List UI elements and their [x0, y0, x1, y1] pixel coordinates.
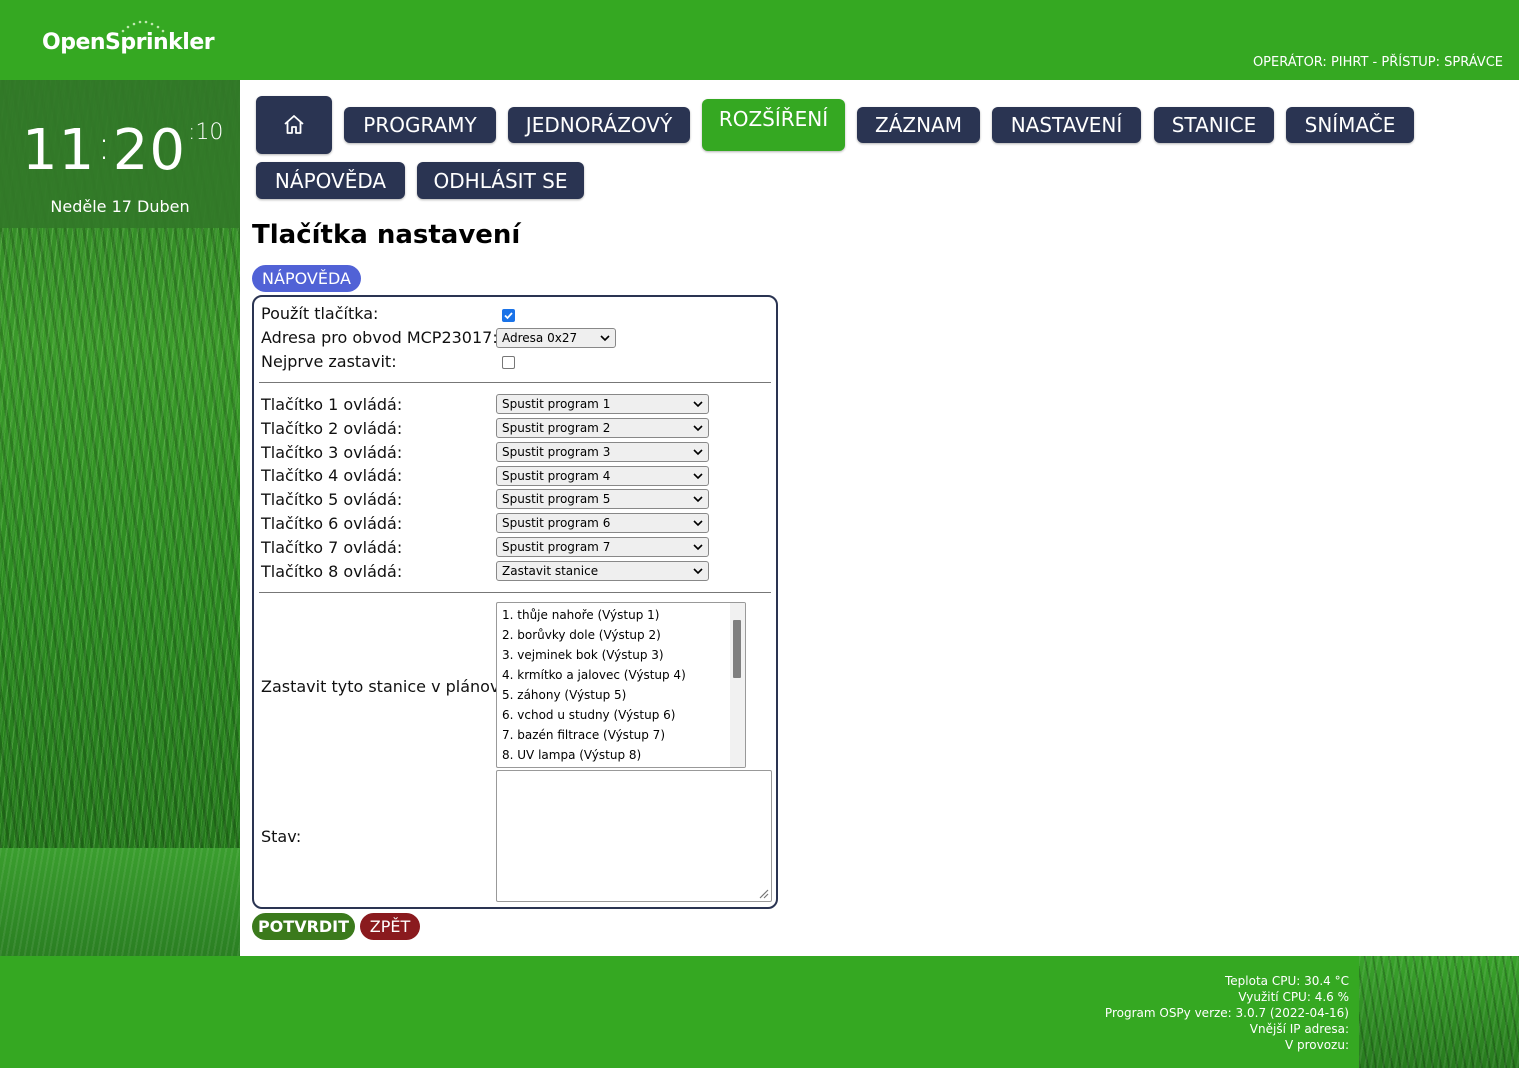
button-3-value: Spustit program 3	[502, 445, 611, 459]
button-2-select[interactable]: Spustit program 2	[496, 418, 709, 438]
station-option[interactable]: 3. vejminek bok (Výstup 3)	[502, 648, 664, 662]
chevron-down-icon	[693, 401, 703, 408]
nav-run-once[interactable]: JEDNORÁZOVÝ	[508, 107, 690, 143]
button-7-value: Spustit program 7	[502, 540, 611, 554]
button-6-select[interactable]: Spustit program 6	[496, 513, 709, 533]
address-select-value: Adresa 0x27	[502, 331, 578, 345]
footer: Teplota CPU: 30.4 °C Využití CPU: 4.6 % …	[0, 956, 1519, 1068]
cpu-usage: Využití CPU: 4.6 %	[1238, 990, 1349, 1004]
resize-handle-icon[interactable]	[757, 887, 769, 899]
button-7-select[interactable]: Spustit program 7	[496, 537, 709, 557]
button-1-select[interactable]: Spustit program 1	[496, 394, 709, 414]
clock-seconds: 10	[195, 120, 224, 145]
divider	[259, 592, 771, 593]
chevron-down-icon	[693, 425, 703, 432]
chevron-down-icon	[693, 473, 703, 480]
nav-programs[interactable]: PROGRAMY	[344, 107, 496, 143]
clock: 11:20:10	[22, 118, 223, 183]
status-label: Stav:	[261, 827, 302, 846]
uptime: V provozu:	[1284, 1038, 1349, 1052]
button-6-value: Spustit program 6	[502, 516, 611, 530]
button-6-label: Tlačítko 6 ovládá:	[261, 514, 403, 533]
station-option[interactable]: 7. bazén filtrace (Výstup 7)	[502, 728, 665, 742]
button-3-label: Tlačítko 3 ovládá:	[261, 443, 403, 462]
button-5-label: Tlačítko 5 ovládá:	[261, 490, 403, 509]
stop-first-checkbox[interactable]	[502, 356, 515, 369]
station-option[interactable]: 2. borůvky dole (Výstup 2)	[502, 628, 661, 642]
station-option[interactable]: 4. krmítko a jalovec (Výstup 4)	[502, 668, 686, 682]
button-5-value: Spustit program 5	[502, 492, 611, 506]
station-option[interactable]: 8. UV lampa (Výstup 8)	[502, 748, 641, 762]
header-bar: OpenSprinkler OPERÁTOR: PIHRT - PŘÍSTUP:…	[0, 0, 1519, 80]
cpu-temperature: Teplota CPU: 30.4 °C	[1224, 974, 1349, 988]
button-2-label: Tlačítko 2 ovládá:	[261, 419, 403, 438]
footer-grass-image	[1359, 956, 1519, 1068]
date-label: Neděle 17 Duben	[50, 197, 190, 216]
listbox-scrollbar[interactable]	[730, 603, 745, 767]
chevron-down-icon	[693, 544, 703, 551]
clock-hours: 11	[22, 118, 96, 183]
confirm-button[interactable]: POTVRDIT	[252, 913, 355, 940]
home-button[interactable]	[256, 96, 332, 154]
divider	[259, 382, 771, 383]
nav-logout[interactable]: ODHLÁSIT SE	[417, 162, 584, 199]
chevron-down-icon	[600, 335, 610, 342]
station-option[interactable]: 1. thůje nahoře (Výstup 1)	[502, 608, 659, 622]
external-ip: Vnější IP adresa:	[1249, 1022, 1349, 1036]
nav-help[interactable]: NÁPOVĚDA	[256, 162, 405, 199]
use-buttons-label: Použít tlačítka:	[261, 304, 379, 323]
nav-log[interactable]: ZÁZNAM	[857, 107, 980, 143]
page-title: Tlačítka nastavení	[252, 220, 521, 250]
nav-sensors[interactable]: SNÍMAČE	[1286, 107, 1414, 143]
button-3-select[interactable]: Spustit program 3	[496, 442, 709, 462]
clock-separator: :	[97, 123, 111, 169]
nav-stations[interactable]: STANICE	[1154, 107, 1274, 143]
sidebar-grass-image	[0, 848, 240, 956]
clock-panel: 11:20:10 Neděle 17 Duben	[0, 80, 240, 228]
address-select[interactable]: Adresa 0x27	[496, 328, 616, 348]
nav-extensions[interactable]: ROZŠÍŘENÍ	[702, 99, 845, 151]
stop-first-label: Nejprve zastavit:	[261, 352, 397, 371]
home-icon	[284, 115, 304, 134]
system-info: Teplota CPU: 30.4 °C Využití CPU: 4.6 % …	[1105, 973, 1349, 1053]
button-8-label: Tlačítko 8 ovládá:	[261, 562, 403, 581]
status-textarea[interactable]	[496, 770, 772, 902]
scrollbar-thumb[interactable]	[733, 620, 741, 678]
stop-stations-label: Zastavit tyto stanice v plánovači	[261, 677, 523, 696]
button-7-label: Tlačítko 7 ovládá:	[261, 538, 403, 557]
checkmark-icon	[504, 312, 513, 320]
address-label: Adresa pro obvod MCP23017:	[261, 328, 498, 347]
button-1-value: Spustit program 1	[502, 397, 611, 411]
button-2-value: Spustit program 2	[502, 421, 611, 435]
clock-minutes: 20	[112, 118, 187, 183]
sidebar: 11:20:10 Neděle 17 Duben	[0, 80, 240, 956]
stations-listbox[interactable]: 1. thůje nahoře (Výstup 1) 2. borůvky do…	[496, 602, 746, 768]
help-button[interactable]: NÁPOVĚDA	[252, 265, 361, 292]
use-buttons-checkbox[interactable]	[502, 309, 515, 322]
button-4-label: Tlačítko 4 ovládá:	[261, 466, 403, 485]
app-logo[interactable]: OpenSprinkler	[42, 30, 215, 55]
chevron-down-icon	[693, 568, 703, 575]
button-5-select[interactable]: Spustit program 5	[496, 489, 709, 509]
program-version: Program OSPy verze: 3.0.7 (2022-04-16)	[1104, 1006, 1349, 1020]
operator-info: OPERÁTOR: PIHRT - PŘÍSTUP: SPRÁVCE	[1252, 55, 1503, 70]
button-4-select[interactable]: Spustit program 4	[496, 466, 709, 486]
settings-form: Použít tlačítka: Adresa pro obvod MCP230…	[252, 295, 778, 909]
chevron-down-icon	[693, 449, 703, 456]
nav-settings[interactable]: NASTAVENÍ	[992, 107, 1141, 143]
station-option[interactable]: 5. záhony (Výstup 5)	[502, 688, 626, 702]
back-button[interactable]: ZPĚT	[360, 913, 420, 940]
station-option[interactable]: 6. vchod u studny (Výstup 6)	[502, 708, 675, 722]
button-4-value: Spustit program 4	[502, 469, 611, 483]
chevron-down-icon	[693, 520, 703, 527]
button-8-select[interactable]: Zastavit stanice	[496, 561, 709, 581]
button-1-label: Tlačítko 1 ovládá:	[261, 395, 403, 414]
chevron-down-icon	[693, 496, 703, 503]
button-8-value: Zastavit stanice	[502, 564, 599, 578]
